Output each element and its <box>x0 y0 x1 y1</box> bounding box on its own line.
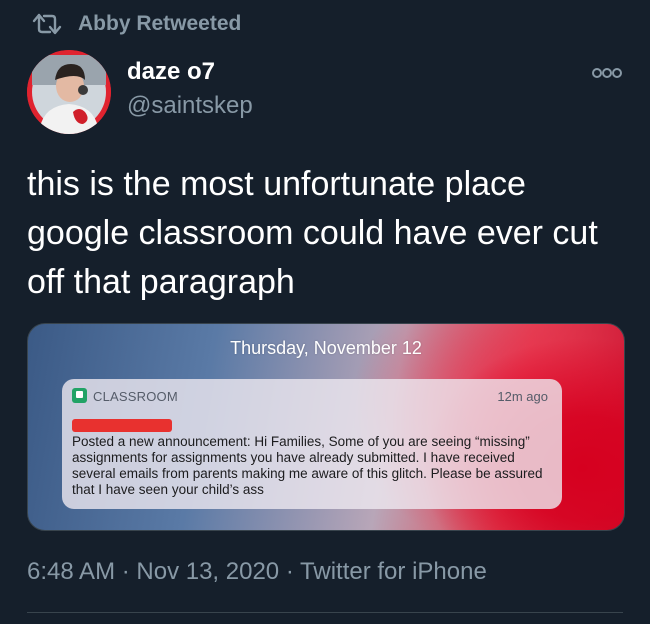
user-handle[interactable]: @saintskep <box>127 92 253 120</box>
notification-app-name: CLASSROOM <box>93 389 178 404</box>
avatar[interactable] <box>27 50 111 134</box>
more-dot <box>612 68 622 78</box>
notification-body: Posted a new announcement: Hi Families, … <box>72 434 543 497</box>
retweet-context[interactable]: Abby Retweeted <box>30 10 241 38</box>
tweet-text: this is the most unfortunate place googl… <box>27 165 598 301</box>
retweet-icon <box>32 13 62 35</box>
more-dot <box>602 68 612 78</box>
display-name[interactable]: daze o7 <box>127 58 215 86</box>
more-dot <box>592 68 602 78</box>
divider <box>27 612 623 613</box>
notification-time: 12m ago <box>497 389 548 404</box>
redaction-mark <box>72 419 172 432</box>
avatar-photo <box>27 50 111 134</box>
tweet-timestamp[interactable]: 6:48 AM · Nov 13, 2020 · Twitter for iPh… <box>27 558 487 586</box>
retweet-label: Abby Retweeted <box>78 12 242 35</box>
tweet-media-image[interactable]: Thursday, November 12 CLASSROOM 12m ago … <box>27 323 625 531</box>
notification-date: Thursday, November 12 <box>230 338 422 358</box>
more-options-icon[interactable] <box>592 66 622 80</box>
notification-card: CLASSROOM 12m ago Posted a new announcem… <box>62 379 562 509</box>
google-classroom-icon <box>72 388 87 403</box>
